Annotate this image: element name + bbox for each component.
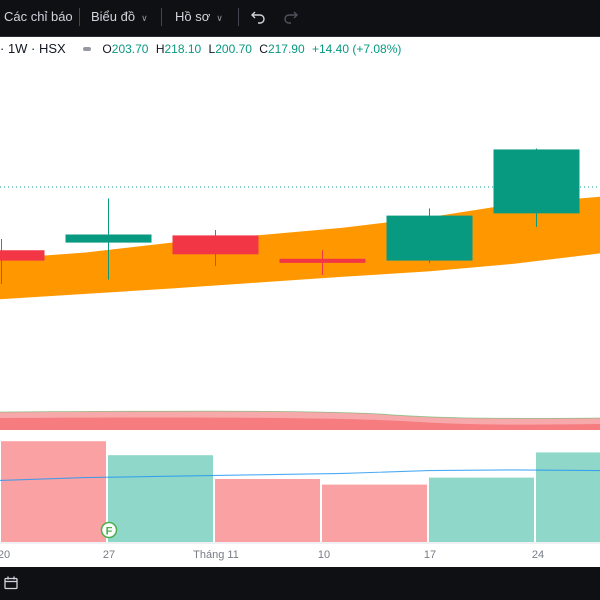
volume-bar <box>536 452 600 542</box>
profile-button[interactable]: Hồ sơ ∨ <box>175 0 223 34</box>
event-marker-label[interactable]: F <box>106 526 113 538</box>
time-tick-label: 24 <box>532 549 544 561</box>
chart-type-button[interactable]: Biểu đồ ∨ <box>91 0 148 34</box>
candle-body <box>65 234 152 243</box>
time-tick-label: 10 <box>318 549 330 561</box>
time-tick-label: 27 <box>103 549 115 561</box>
time-tick-label: Tháng 11 <box>193 549 239 561</box>
volume-bar <box>108 455 213 542</box>
event-marker-group[interactable]: F <box>100 521 118 539</box>
price-chart[interactable]: F 20 27 Tháng 11 10 17 24 <box>0 36 600 567</box>
volume-bar <box>322 484 427 542</box>
chart-type-label: Biểu đồ <box>91 9 136 24</box>
profile-label: Hồ sơ <box>175 9 211 24</box>
toolbar-divider <box>238 8 239 26</box>
candle-body <box>0 250 45 261</box>
calendar-icon[interactable] <box>3 575 19 591</box>
toolbar-divider <box>161 8 162 26</box>
chevron-down-icon: ∨ <box>141 12 148 23</box>
volume-bar <box>1 441 106 542</box>
indicators-button[interactable]: Các chỉ báo <box>4 0 73 34</box>
toolbar-divider <box>79 8 80 26</box>
volume-bar <box>429 477 534 542</box>
candle-body <box>172 235 259 255</box>
redo-icon[interactable] <box>283 9 299 25</box>
volume-pane <box>0 441 600 542</box>
oscillator-pane <box>0 410 600 430</box>
time-tick-label: 17 <box>424 549 436 561</box>
time-tick-label: 20 <box>0 549 10 561</box>
candle-body <box>493 149 580 214</box>
bottom-toolbar <box>0 567 600 600</box>
volume-bar <box>215 479 320 542</box>
time-axis[interactable]: 20 27 Tháng 11 10 17 24 <box>0 542 600 561</box>
indicators-label: Các chỉ báo <box>4 9 73 24</box>
candle-body <box>279 258 366 263</box>
undo-icon[interactable] <box>250 9 266 25</box>
candle-body <box>386 215 473 261</box>
top-toolbar: Các chỉ báo Biểu đồ ∨ Hồ sơ ∨ <box>0 0 600 37</box>
chevron-down-icon: ∨ <box>216 12 223 23</box>
